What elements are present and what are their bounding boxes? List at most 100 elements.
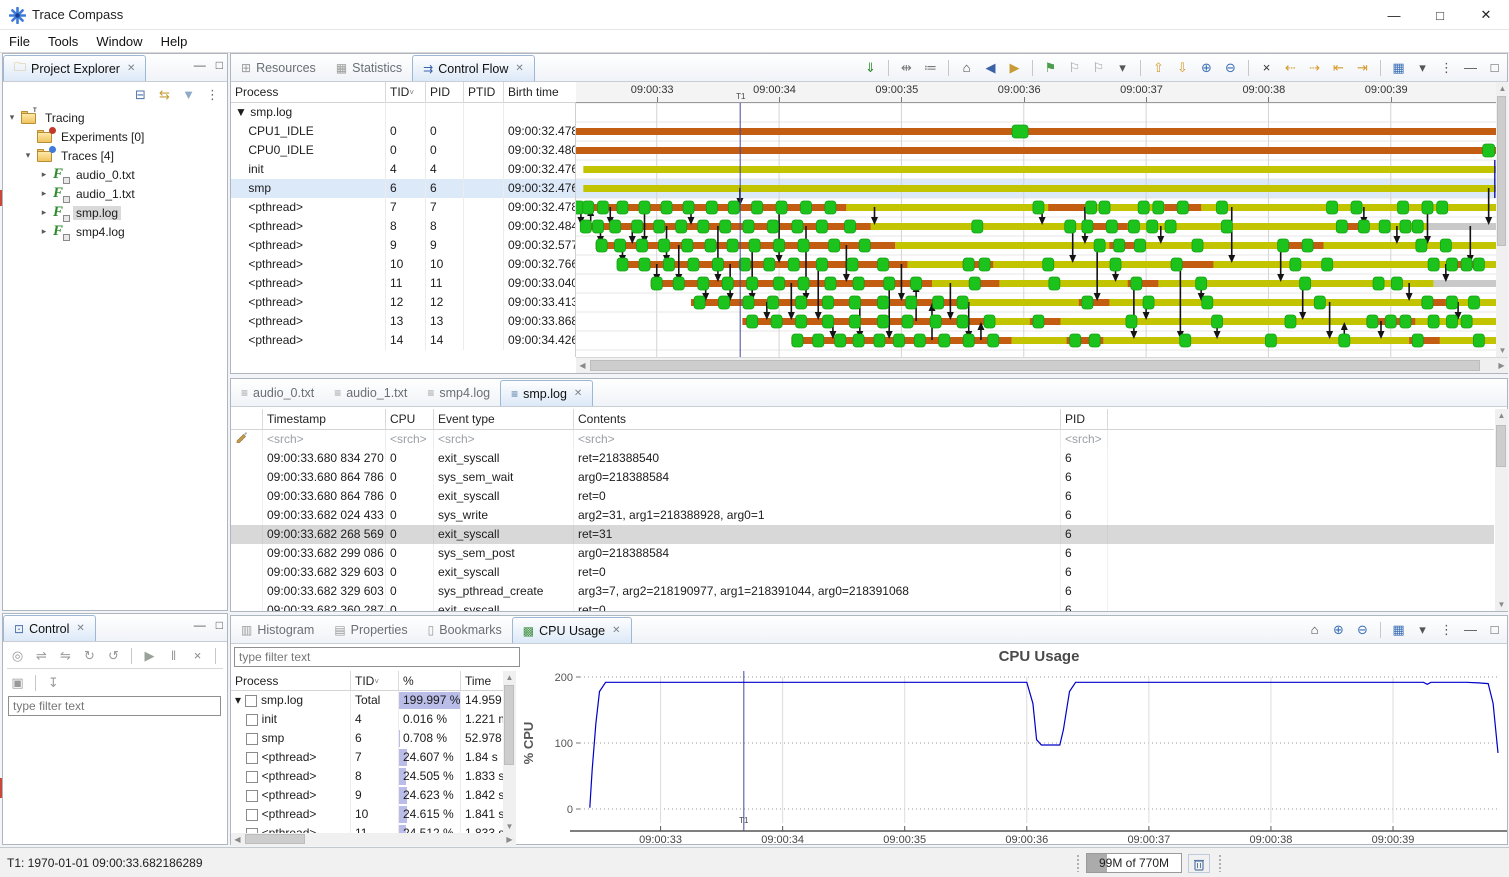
- process-row-init-3[interactable]: init4409:00:32.4760: [231, 160, 576, 179]
- process-row--pthread--6[interactable]: <pthread>8809:00:32.4843: [231, 217, 576, 236]
- cpu-usage-filter-input[interactable]: [234, 647, 520, 667]
- tree-item-audio-1-txt[interactable]: ▸Faudio_1.txt: [7, 184, 225, 203]
- zoom-in-icon[interactable]: ⊕: [1198, 59, 1215, 76]
- scroll-right-icon[interactable]: ▶: [1495, 359, 1508, 372]
- kebab-menu-icon[interactable]: ⋮: [1438, 621, 1455, 638]
- process-row--pthread--9[interactable]: <pthread>111109:00:33.0404: [231, 274, 576, 293]
- gantt-vertical-scrollbar[interactable]: ▲ ▼: [1496, 82, 1508, 357]
- scroll-up-icon[interactable]: ▲: [1495, 409, 1508, 422]
- cpu-row-2[interactable]: smp60.708 %52.978 ms: [231, 729, 503, 748]
- tab-cpu-usage[interactable]: ▩CPU Usage✕: [512, 617, 632, 643]
- tab-control-flow[interactable]: ⇉Control Flow✕: [412, 55, 535, 81]
- run-garbage-collector-button[interactable]: [1188, 854, 1210, 873]
- record-snapshot-icon[interactable]: ▣: [9, 674, 26, 691]
- tree-item-tracing[interactable]: ▾TTracing: [7, 108, 225, 127]
- zoom-out-icon[interactable]: ⊖: [1354, 621, 1371, 638]
- tab-bookmarks[interactable]: ▯Bookmarks: [418, 617, 512, 643]
- column-header-cpu[interactable]: CPU: [386, 409, 434, 430]
- tab-histogram[interactable]: ▥Histogram: [231, 617, 324, 643]
- cpu-row-3[interactable]: <pthread>724.607 %1.84 s: [231, 748, 503, 767]
- show-legend-icon[interactable]: ≔: [922, 59, 939, 76]
- scroll-up-icon[interactable]: ▲: [503, 671, 516, 684]
- scroll-down-icon[interactable]: ▼: [1496, 344, 1509, 357]
- tree-item-traces-4-[interactable]: ▾Traces [4]: [7, 146, 225, 165]
- maximize-view-icon[interactable]: □: [216, 618, 223, 632]
- next-item-icon[interactable]: ⇥: [1354, 59, 1371, 76]
- next-event-icon[interactable]: ⇢: [1306, 59, 1323, 76]
- event-row-5[interactable]: 09:00:33.682 299 0860sys_sem_postarg0=21…: [231, 544, 1494, 563]
- collapse-all-icon[interactable]: ⊟: [132, 86, 149, 103]
- menu-window[interactable]: Window: [87, 32, 151, 51]
- minimize-view-icon[interactable]: —: [1462, 621, 1479, 638]
- column-header-process[interactable]: Process: [231, 82, 386, 103]
- maximize-button[interactable]: □: [1417, 0, 1463, 30]
- minimize-button[interactable]: —: [1371, 0, 1417, 30]
- view-menu-icon[interactable]: ▦: [1390, 621, 1407, 638]
- process-row-cpu1-idle-1[interactable]: CPU1_IDLE0009:00:32.4789: [231, 122, 576, 141]
- tree-item-audio-0-txt[interactable]: ▸Faudio_0.txt: [7, 165, 225, 184]
- close-tab-icon[interactable]: ✕: [612, 625, 620, 636]
- marker-dropdown-icon[interactable]: ▾: [1114, 59, 1131, 76]
- zoom-out-icon[interactable]: ⊖: [1222, 59, 1239, 76]
- search-cell[interactable]: <srch>: [263, 430, 386, 449]
- menu-file[interactable]: File: [0, 32, 39, 51]
- save-image-icon[interactable]: ⇓: [862, 59, 879, 76]
- tab-statistics[interactable]: ▦Statistics: [326, 55, 412, 81]
- events-vertical-scrollbar[interactable]: ▲ ▼: [1495, 409, 1508, 611]
- event-row-4[interactable]: 09:00:33.682 268 5690exit_syscallret=316: [231, 525, 1494, 544]
- expander-icon[interactable]: ▾: [23, 150, 33, 161]
- scroll-left-icon[interactable]: ◀: [231, 833, 244, 846]
- tree-item-experiments-0-[interactable]: Experiments [0]: [7, 127, 225, 146]
- search-cell[interactable]: <srch>: [574, 430, 1061, 449]
- cpu-row-7[interactable]: <pthread>1124.512 %1.833 s: [231, 824, 503, 833]
- row-checkbox[interactable]: [246, 752, 258, 764]
- new-connection-icon[interactable]: ◎: [9, 647, 26, 664]
- process-row-smp-log-0[interactable]: ▼ smp.log: [231, 103, 576, 122]
- column-header-contents[interactable]: Contents: [574, 409, 1061, 430]
- deselect-icon[interactable]: ×: [1258, 59, 1275, 76]
- add-bookmark-icon[interactable]: ⚑: [1042, 59, 1059, 76]
- tab-smp4-log[interactable]: ≡smp4.log: [417, 380, 500, 406]
- previous-item-icon[interactable]: ⇤: [1330, 59, 1347, 76]
- grip-handle[interactable]: [1076, 854, 1080, 872]
- kebab-menu-icon[interactable]: ⋮: [1438, 59, 1455, 76]
- process-row--pthread--11[interactable]: <pthread>131309:00:33.8687: [231, 312, 576, 331]
- cpu-row-5[interactable]: <pthread>924.623 %1.842 s: [231, 786, 503, 805]
- grip-handle[interactable]: [1218, 854, 1222, 872]
- scroll-right-icon[interactable]: ▶: [503, 833, 516, 846]
- follow-backward-icon[interactable]: ◀: [982, 59, 999, 76]
- search-cell[interactable]: <srch>: [1061, 430, 1108, 449]
- move-down-icon[interactable]: ⇩: [1174, 59, 1191, 76]
- tree-item-smp-log[interactable]: ▸Fsmp.log: [7, 203, 225, 222]
- tab-audio-0-txt[interactable]: ≡audio_0.txt: [231, 380, 324, 406]
- close-view-icon[interactable]: ✕: [76, 623, 84, 634]
- column-header-percent[interactable]: %: [399, 671, 461, 692]
- cpu-row-0[interactable]: ▾smp.logTotal199.997 %14.959 s: [231, 691, 503, 710]
- process-row-smp-4[interactable]: smp6609:00:32.4760: [231, 179, 576, 198]
- cpu-row-4[interactable]: <pthread>824.505 %1.833 s: [231, 767, 503, 786]
- previous-marker-icon[interactable]: ⚐: [1066, 59, 1083, 76]
- column-header-process[interactable]: Process: [231, 671, 351, 692]
- column-header-event-type[interactable]: Event type: [434, 409, 574, 430]
- column-header-ptid[interactable]: PTID: [464, 82, 504, 103]
- zoom-in-icon[interactable]: ⊕: [1330, 621, 1347, 638]
- tab-properties[interactable]: ▤Properties: [324, 617, 417, 643]
- expander-icon[interactable]: ▸: [39, 188, 49, 199]
- scroll-left-icon[interactable]: ◀: [576, 359, 589, 372]
- maximize-view-icon[interactable]: □: [216, 58, 223, 72]
- event-row-6[interactable]: 09:00:33.682 329 6030exit_syscallret=06: [231, 563, 1494, 582]
- tab-audio-1-txt[interactable]: ≡audio_1.txt: [324, 380, 417, 406]
- gantt-time-axis[interactable]: 09:00:3309:00:3409:00:3509:00:3609:00:37…: [576, 82, 1496, 103]
- column-header-tid[interactable]: TID˅: [386, 82, 426, 103]
- refresh-icon[interactable]: ↻: [81, 647, 98, 664]
- event-row-1[interactable]: 09:00:33.680 864 7860sys_sem_waitarg0=21…: [231, 468, 1494, 487]
- close-tab-icon[interactable]: ✕: [574, 388, 582, 399]
- filter-icon[interactable]: ▼: [180, 86, 197, 103]
- column-header-tid[interactable]: TID˅: [351, 671, 399, 692]
- minimize-view-icon[interactable]: —: [194, 618, 206, 632]
- tree-item-smp4-log[interactable]: ▸Fsmp4.log: [7, 222, 225, 241]
- expander-icon[interactable]: ▸: [39, 169, 49, 180]
- move-up-icon[interactable]: ⇧: [1150, 59, 1167, 76]
- home-icon[interactable]: ⌂: [958, 59, 975, 76]
- follow-forward-icon[interactable]: ▶: [1006, 59, 1023, 76]
